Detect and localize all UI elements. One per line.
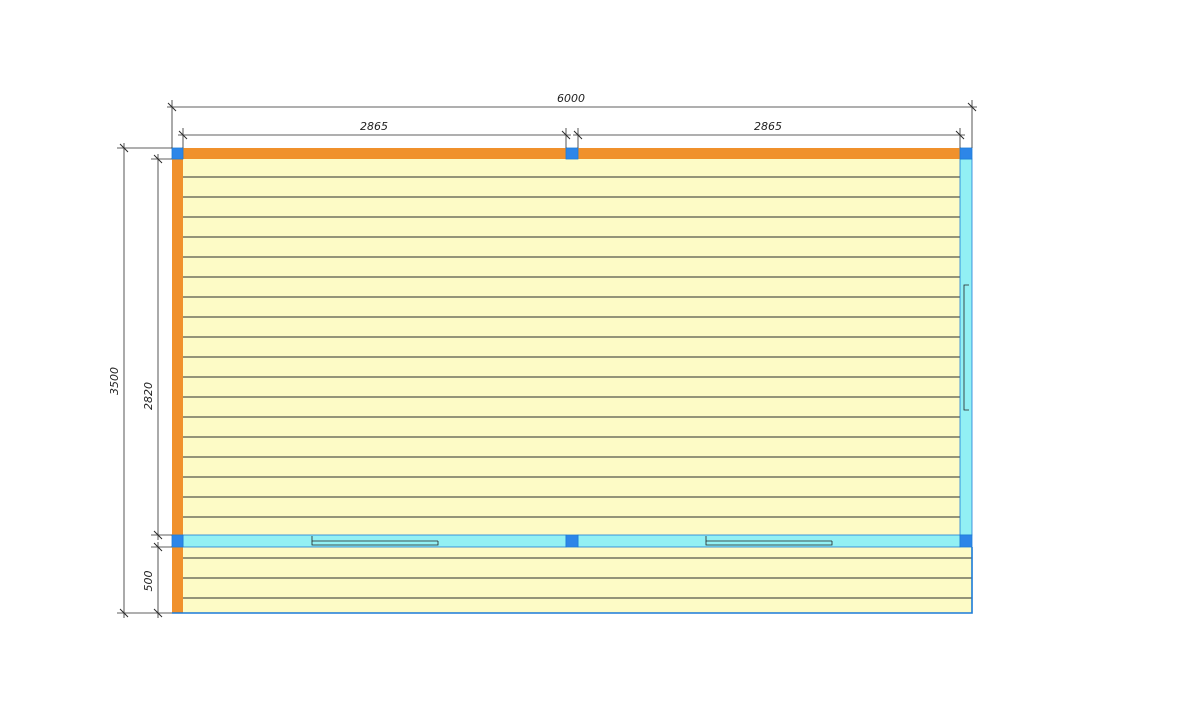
wall-left-room xyxy=(172,159,183,535)
dim-room-depth: 2820 xyxy=(142,382,155,410)
wall-top-left xyxy=(183,148,566,159)
wall-top-right xyxy=(578,148,960,159)
terrace-floor xyxy=(183,547,972,613)
post-top-left xyxy=(171,147,184,160)
post-top-right xyxy=(959,147,973,160)
dim-right-section-width: 2865 xyxy=(754,120,782,133)
post-front-left xyxy=(171,534,184,548)
dim-total-depth: 3500 xyxy=(108,367,121,395)
post-top-middle xyxy=(565,147,579,160)
glazed-wall-right xyxy=(959,158,973,536)
wall-left-terrace xyxy=(172,547,183,613)
post-front-right xyxy=(959,534,973,548)
floor-plan-drawing: 6000 2865 2865 3500 2820 500 xyxy=(108,92,977,618)
dim-left-section-width: 2865 xyxy=(360,120,388,133)
room-floor xyxy=(183,159,960,536)
dim-terrace-depth: 500 xyxy=(142,571,155,592)
post-front-middle xyxy=(565,534,579,548)
dim-total-width: 6000 xyxy=(557,92,585,105)
